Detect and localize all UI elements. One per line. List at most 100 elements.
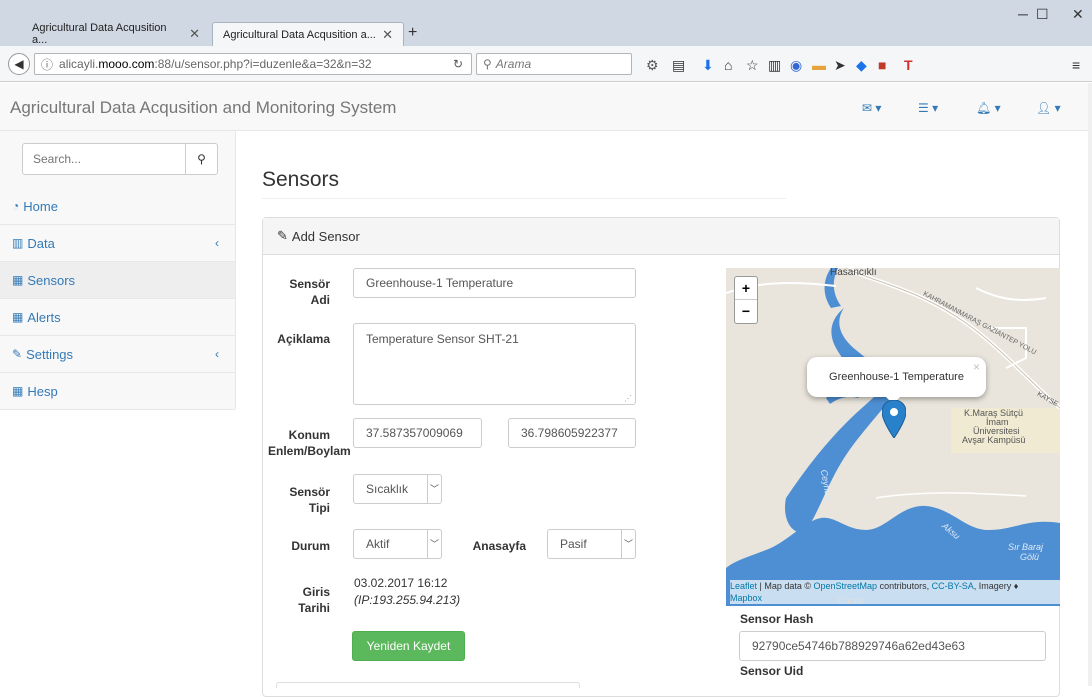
longitude-input[interactable]: 36.798605922377 <box>508 418 636 448</box>
edit-icon: ✎ <box>12 347 23 361</box>
save-button[interactable]: Yeniden Kaydet <box>352 631 465 661</box>
sensor-name-label: Sensör Adi <box>268 276 330 308</box>
user-icon[interactable]: 👤︎ ▾ <box>1036 101 1061 115</box>
new-tab-icon[interactable]: + <box>408 24 417 42</box>
zoom-out-button[interactable]: − <box>735 300 757 323</box>
info-icon[interactable]: ⓘ <box>41 56 53 73</box>
window-close-icon[interactable]: ✕ <box>1072 6 1084 23</box>
addon-icon[interactable]: ▬ <box>812 58 826 72</box>
clipboard-icon[interactable]: ▤ <box>672 58 685 72</box>
label-line: Sensör <box>289 277 330 291</box>
map-marker-icon[interactable] <box>882 400 906 438</box>
chevron-left-icon: ‹ <box>215 236 219 250</box>
sidebar-item-label: Sensors <box>27 272 76 288</box>
map-label-dam: Sır Baraj <box>1008 542 1044 552</box>
bookmarks-icon[interactable]: ▥ <box>768 58 781 72</box>
status-select[interactable]: Aktif ﹀ <box>353 529 442 559</box>
extension-icon[interactable]: ⚙ <box>646 58 659 72</box>
description-value: Temperature Sensor SHT-21 <box>366 332 519 346</box>
zoom-in-button[interactable]: + <box>735 277 757 300</box>
sensor-type-label: Sensör Tipi <box>268 484 330 516</box>
addon-icon[interactable]: ■ <box>878 58 886 72</box>
select-value: Aktif <box>366 537 390 551</box>
home-icon[interactable]: ⌂ <box>724 58 732 72</box>
resize-handle-icon[interactable]: ⋰ <box>624 394 632 403</box>
map-attribution: Leaflet | Map data © OpenStreetMap contr… <box>730 580 1060 604</box>
page-title: Sensors <box>262 168 340 191</box>
sidebar-item-sensors[interactable]: ▦ Sensors <box>0 262 235 299</box>
sidebar-item-hesp[interactable]: ▦ Hesp <box>0 373 235 410</box>
bell-icon[interactable]: 🔔︎ ▾ <box>976 101 1001 115</box>
select-value: Pasif <box>560 537 587 551</box>
text-addon-icon[interactable]: T <box>904 58 913 72</box>
addon-icon[interactable]: ◉ <box>790 58 802 72</box>
chevron-down-icon: ﹀ <box>427 475 441 503</box>
sensor-hash-label: Sensor Hash <box>740 612 814 626</box>
label-line: Giris <box>302 585 330 599</box>
attribution-text: , Imagery ♦ <box>973 581 1019 591</box>
bookmark-star-icon[interactable]: ☆ <box>746 58 759 72</box>
app-title[interactable]: Agricultural Data Acqusition and Monitor… <box>10 98 396 118</box>
homepage-label: Anasayfa <box>472 539 526 553</box>
label-line: Adi <box>310 293 330 307</box>
popup-close-icon[interactable]: × <box>973 360 980 374</box>
reload-icon[interactable]: ↻ <box>453 57 463 71</box>
mapbox-link[interactable]: Mapbox <box>730 593 762 603</box>
browser-search-input[interactable]: ⚲ Arama <box>476 53 632 75</box>
url-bar[interactable]: ⓘ alicayli. mooo.com:88/u/sensor.php?i=du… <box>34 53 472 75</box>
tab-close-icon[interactable]: ✕ <box>382 27 393 43</box>
entry-ip-value: (IP:193.255.94.213) <box>354 593 461 607</box>
magnifier-icon: ⚲ <box>483 57 492 71</box>
send-icon[interactable]: ➤ <box>834 58 846 72</box>
maximize-icon[interactable]: ☐ <box>1036 6 1049 23</box>
scrollbar[interactable] <box>1088 83 1092 686</box>
divider <box>262 198 786 199</box>
entry-date-value: 03.02.2017 16:12 <box>354 576 448 590</box>
search-input[interactable] <box>23 144 186 174</box>
osm-link[interactable]: OpenStreetMap <box>814 581 878 591</box>
sidebar-item-label: Home <box>23 198 58 214</box>
sidebar-item-home[interactable]: ◔ Home <box>0 188 235 225</box>
url-host: mooo.com <box>98 57 155 71</box>
back-arrow-icon[interactable]: ◀ <box>8 53 30 75</box>
sidebar-item-settings[interactable]: ✎ Settings ‹ <box>0 336 235 373</box>
diamond-icon[interactable]: ◆ <box>856 58 867 72</box>
tasks-icon[interactable]: ☰ ▾ <box>918 101 938 115</box>
location-label: Konum <box>268 427 330 443</box>
bar-chart-icon: ▥ <box>12 236 24 250</box>
cc-link[interactable]: CC-BY-SA <box>932 581 974 591</box>
chevron-left-icon: ‹ <box>215 347 219 361</box>
chevron-down-icon: ﹀ <box>621 530 635 558</box>
sidebar-search: ⚲ <box>22 143 218 175</box>
envelope-icon[interactable]: ✉ ▾ <box>862 101 881 115</box>
url-host-prefix: alicayli. <box>59 57 99 71</box>
panel-title: Add Sensor <box>291 228 360 244</box>
sidebar-item-label: Settings <box>26 346 74 362</box>
browser-tab[interactable]: Agricultural Data Acqusition a... ✕ <box>22 22 210 46</box>
attribution-text: contributors, <box>877 581 932 591</box>
latitude-input[interactable]: 37.587357009069 <box>353 418 482 448</box>
map-zoom-control: + − <box>734 276 758 324</box>
minimize-icon[interactable]: ─ <box>1018 6 1028 22</box>
browser-tab-bar: Agricultural Data Acqusition a... ✕ Agri… <box>0 0 1092 46</box>
sidebar-item-label: Hesp <box>27 383 58 399</box>
sidebar-item-alerts[interactable]: ▦ Alerts <box>0 299 235 336</box>
sidebar-item-data[interactable]: ▥ Data ‹ <box>0 225 235 262</box>
edit-icon: ✎ <box>277 228 288 243</box>
select-value: Sıcaklık <box>366 482 409 496</box>
menu-icon[interactable]: ≡ <box>1072 58 1080 72</box>
location-label-line2: Enlem/Boylam <box>268 444 351 458</box>
browser-tab-active[interactable]: Agricultural Data Acqusition a... ✕ <box>212 22 404 46</box>
search-icon[interactable]: ⚲ <box>185 144 217 174</box>
leaflet-link[interactable]: Leaflet <box>730 581 757 591</box>
sensor-name-input[interactable]: Greenhouse-1 Temperature <box>353 268 636 298</box>
description-textarea[interactable]: Temperature Sensor SHT-21 ⋰ <box>353 323 636 405</box>
attribution-text: | Map data © <box>757 581 814 591</box>
browser-nav-bar: ◀ ⓘ alicayli. mooo.com:88/u/sensor.php?i=… <box>0 46 1092 82</box>
tab-close-icon[interactable]: ✕ <box>189 26 200 42</box>
download-icon[interactable]: ⬇ <box>702 58 714 72</box>
sensor-type-select[interactable]: Sıcaklık ﹀ <box>353 474 442 504</box>
label-line: Sensör <box>289 485 330 499</box>
homepage-select[interactable]: Pasif ﹀ <box>547 529 636 559</box>
sensor-hash-input[interactable]: 92790ce54746b788929746a62ed43e63 <box>739 631 1046 661</box>
